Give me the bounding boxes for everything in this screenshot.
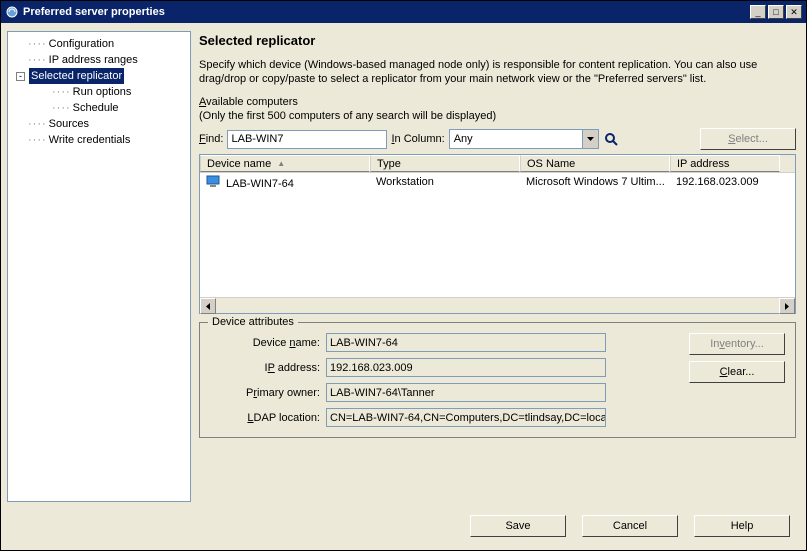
content-pane: Selected replicator Specify which device… bbox=[199, 31, 796, 502]
monitor-icon bbox=[206, 175, 222, 187]
page-description: Specify which device (Windows-based mana… bbox=[199, 58, 796, 86]
device-name-field: LAB-WIN7-64 bbox=[326, 333, 606, 352]
available-computers-label: Available computers bbox=[199, 96, 796, 108]
column-header-ip-address[interactable]: IP address bbox=[670, 155, 780, 172]
tree-item-selected-replicator[interactable]: -Selected replicator bbox=[10, 68, 188, 84]
cell-device-name: LAB-WIN7-64 bbox=[226, 178, 294, 190]
find-label: Find: bbox=[199, 133, 223, 145]
titlebar[interactable]: Preferred server properties _ □ ✕ bbox=[1, 1, 806, 23]
column-headers[interactable]: Device name▲TypeOS NameIP address bbox=[200, 155, 795, 173]
ip-address-label: IP address: bbox=[210, 362, 320, 374]
tree-item-label: Configuration bbox=[49, 36, 114, 52]
table-row[interactable]: LAB-WIN7-64 WorkstationMicrosoft Windows … bbox=[200, 173, 795, 191]
cell-ip: 192.168.023.009 bbox=[670, 174, 780, 190]
find-row: Find: In Column: Any Select... bbox=[199, 128, 796, 150]
tree-item-label: Write credentials bbox=[49, 132, 131, 148]
in-column-label: In Column: bbox=[391, 133, 444, 145]
inventory-button[interactable]: Inventory... bbox=[689, 333, 785, 355]
page-heading: Selected replicator bbox=[199, 33, 796, 48]
dialog-footer: Save Cancel Help bbox=[1, 510, 806, 550]
primary-owner-field: LAB-WIN7-64\Tanner bbox=[326, 383, 606, 402]
chevron-down-icon[interactable] bbox=[582, 130, 598, 148]
select-button[interactable]: Select... bbox=[700, 128, 796, 150]
device-attributes-legend: Device attributes bbox=[208, 316, 298, 328]
minimize-button[interactable]: _ bbox=[750, 5, 766, 19]
tree-item-label: Schedule bbox=[73, 100, 119, 116]
tree-item-ip-address-ranges[interactable]: ····IP address ranges bbox=[10, 52, 188, 68]
in-column-combo[interactable]: Any bbox=[449, 129, 599, 149]
cancel-button[interactable]: Cancel bbox=[582, 515, 678, 537]
preferred-server-window: Preferred server properties _ □ ✕ ····Co… bbox=[0, 0, 807, 551]
tree-item-label: Selected replicator bbox=[29, 68, 124, 84]
clear-button[interactable]: Clear... bbox=[689, 361, 785, 383]
cell-type: Workstation bbox=[370, 174, 520, 190]
primary-owner-label: Primary owner: bbox=[210, 387, 320, 399]
device-attributes-group: Device attributes Device name: LAB-WIN7-… bbox=[199, 322, 796, 438]
list-body: LAB-WIN7-64 WorkstationMicrosoft Windows … bbox=[200, 173, 795, 297]
ip-address-field: 192.168.023.009 bbox=[326, 358, 606, 377]
scroll-track[interactable] bbox=[216, 298, 779, 313]
computers-list[interactable]: Device name▲TypeOS NameIP address LAB-WI… bbox=[199, 154, 796, 314]
window-title: Preferred server properties bbox=[23, 6, 748, 18]
in-column-value: Any bbox=[450, 133, 582, 145]
tree-item-configuration[interactable]: ····Configuration bbox=[10, 36, 188, 52]
available-computers-sublabel: (Only the first 500 computers of any sea… bbox=[199, 110, 796, 122]
device-name-label: Device name: bbox=[210, 337, 320, 349]
ldap-location-field: CN=LAB-WIN7-64,CN=Computers,DC=tlindsay,… bbox=[326, 408, 606, 427]
nav-tree[interactable]: ····Configuration····IP address ranges-S… bbox=[7, 31, 191, 502]
scroll-right-button[interactable] bbox=[779, 298, 795, 314]
save-button[interactable]: Save bbox=[470, 515, 566, 537]
horizontal-scrollbar[interactable] bbox=[200, 297, 795, 313]
cell-os: Microsoft Windows 7 Ultim... bbox=[520, 174, 670, 190]
tree-item-label: IP address ranges bbox=[49, 52, 138, 68]
maximize-button[interactable]: □ bbox=[768, 5, 784, 19]
tree-item-schedule[interactable]: ····Schedule bbox=[10, 100, 188, 116]
tree-item-sources[interactable]: ····Sources bbox=[10, 116, 188, 132]
tree-toggle-icon[interactable]: - bbox=[16, 72, 25, 81]
close-button[interactable]: ✕ bbox=[786, 5, 802, 19]
ldap-location-label: LDAP location: bbox=[210, 412, 320, 424]
tree-item-label: Sources bbox=[49, 116, 89, 132]
search-icon[interactable] bbox=[603, 131, 621, 147]
app-icon bbox=[5, 5, 19, 19]
tree-item-label: Run options bbox=[73, 84, 132, 100]
find-input[interactable] bbox=[227, 130, 387, 149]
column-header-type[interactable]: Type bbox=[370, 155, 520, 172]
sort-asc-icon: ▲ bbox=[277, 159, 285, 168]
help-button[interactable]: Help bbox=[694, 515, 790, 537]
scroll-left-button[interactable] bbox=[200, 298, 216, 314]
column-header-device-name[interactable]: Device name▲ bbox=[200, 155, 370, 172]
column-header-os-name[interactable]: OS Name bbox=[520, 155, 670, 172]
tree-item-run-options[interactable]: ····Run options bbox=[10, 84, 188, 100]
tree-item-write-credentials[interactable]: ····Write credentials bbox=[10, 132, 188, 148]
